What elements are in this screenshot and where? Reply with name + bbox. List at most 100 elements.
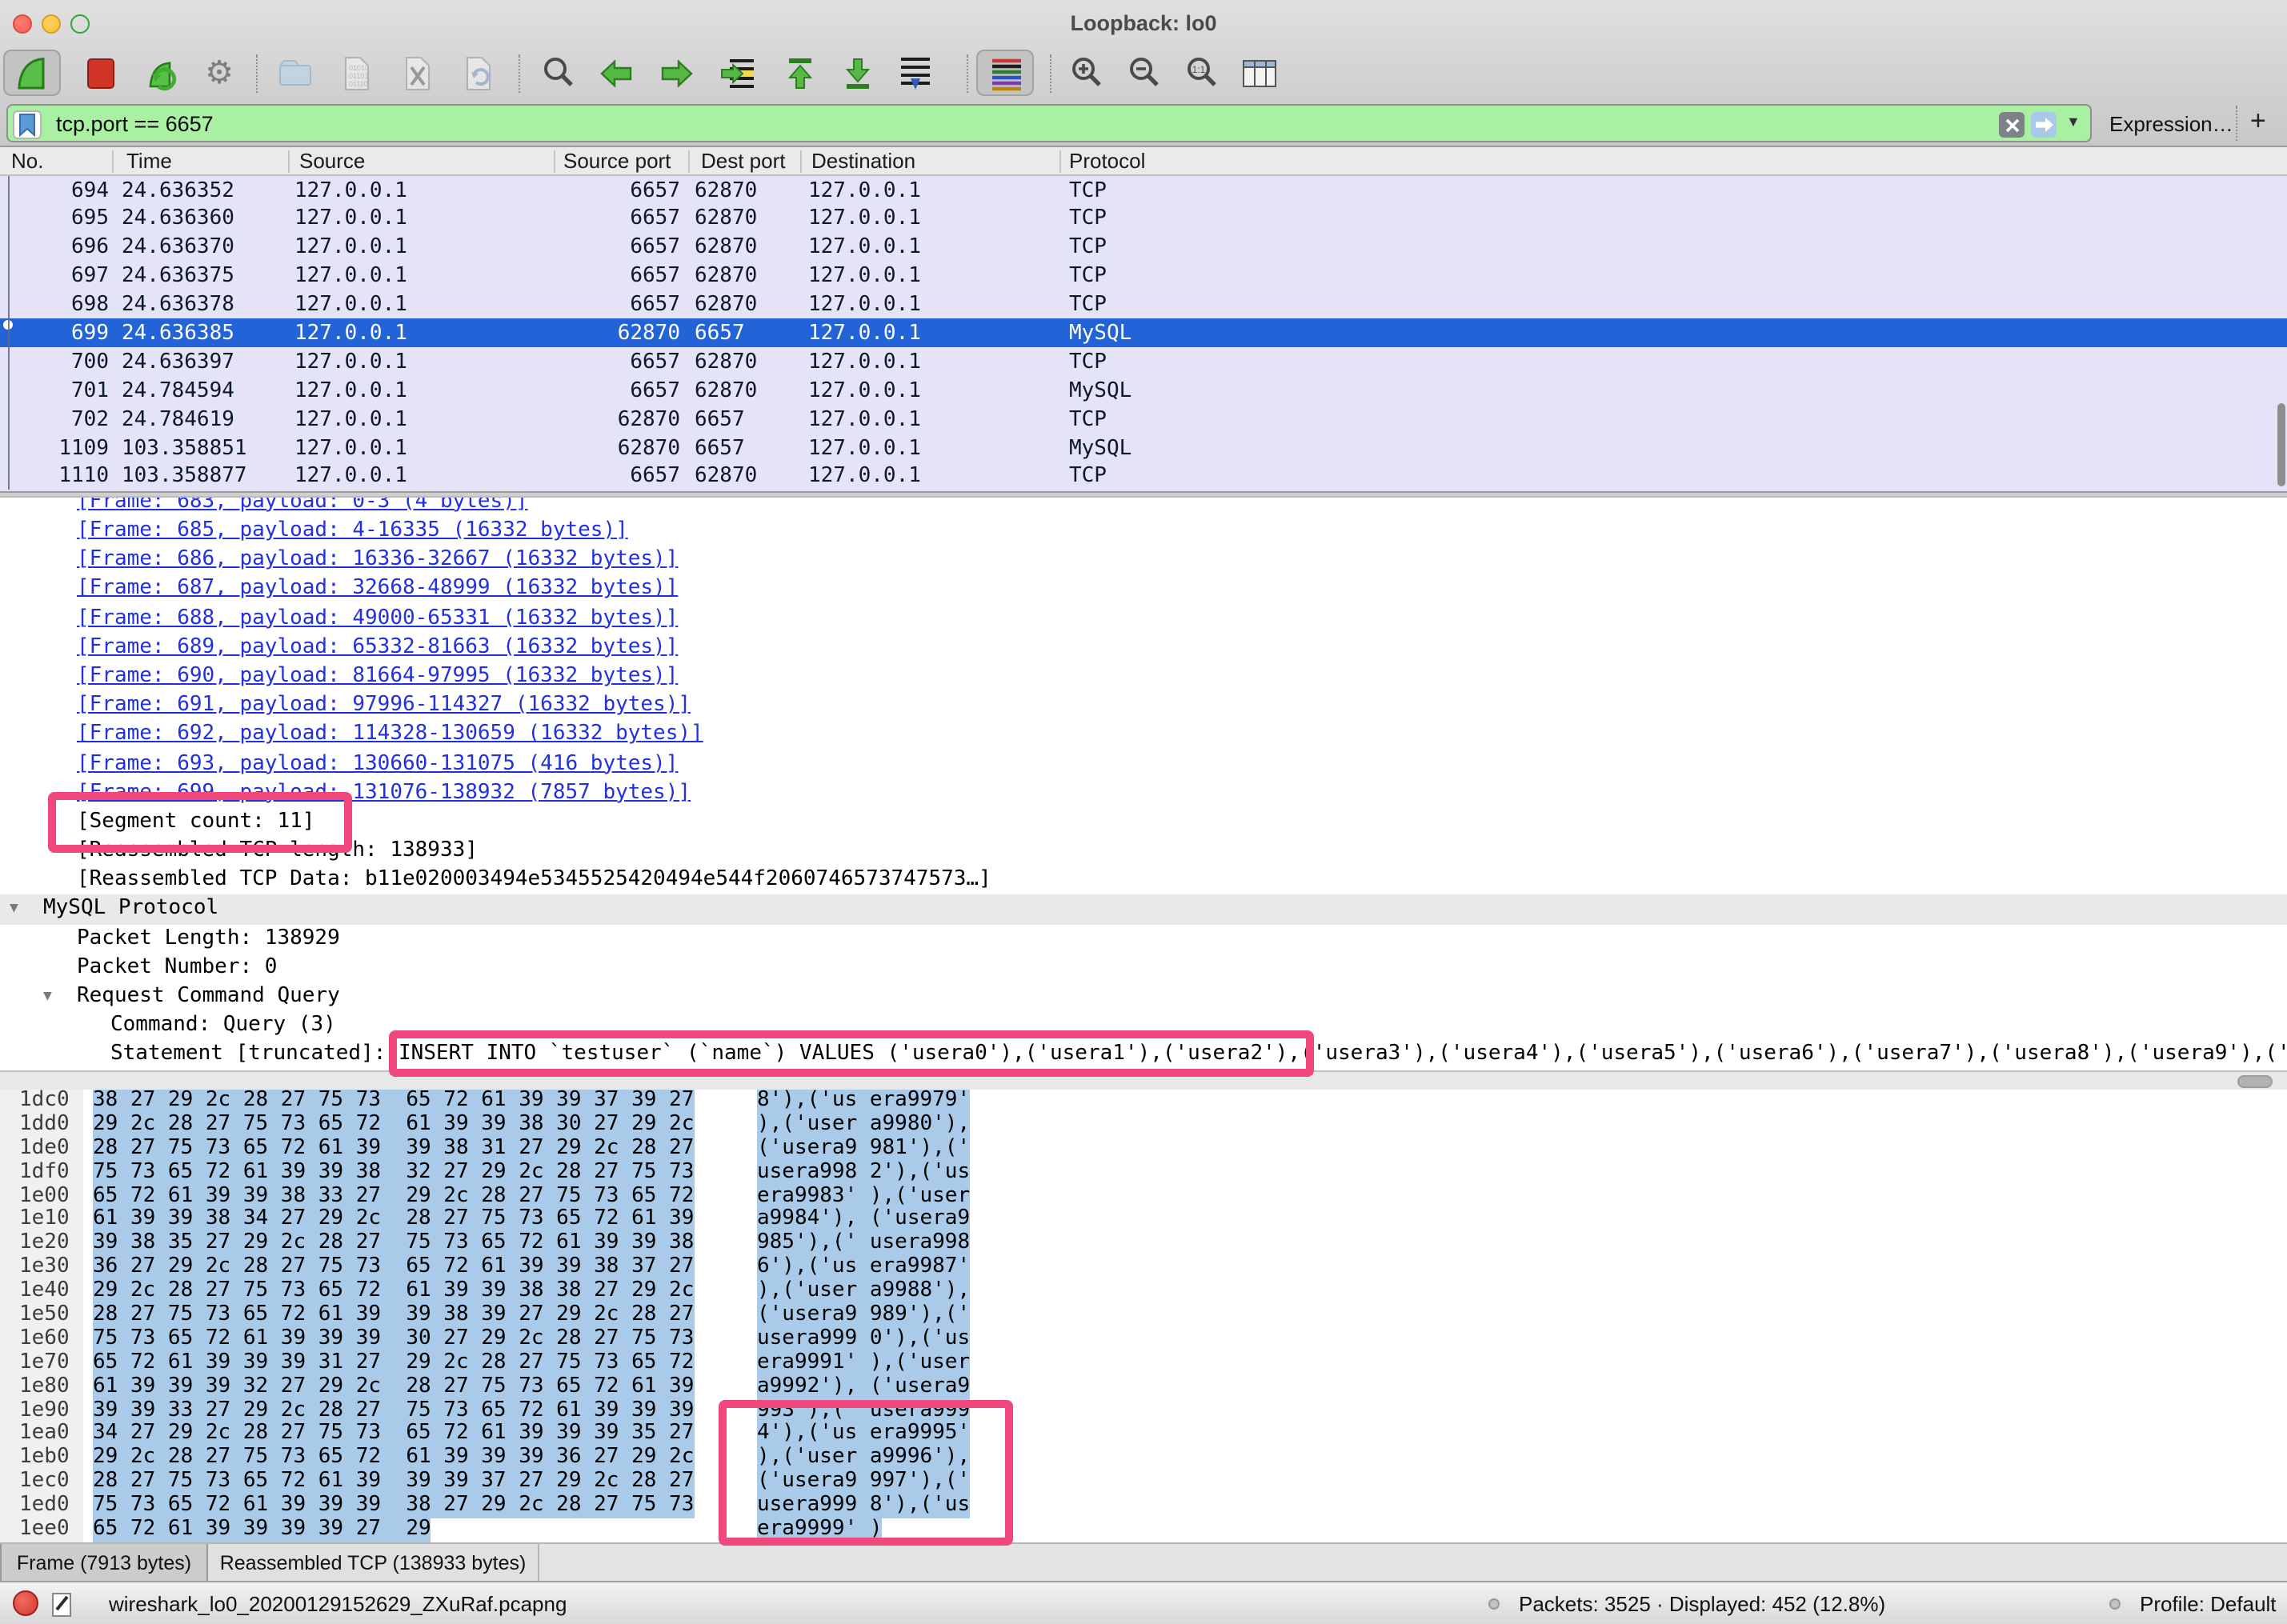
detail-line-5[interactable]: [Frame: 689, payload: 65332-81663 (16332…	[0, 634, 2287, 662]
packet-row-702[interactable]: 70224.784619127.0.0.1628706657127.0.0.1T…	[0, 405, 2287, 434]
packet-row-701[interactable]: 70124.784594127.0.0.1665762870127.0.0.1M…	[0, 376, 2287, 405]
colorize-packets-icon[interactable]	[986, 53, 1027, 94]
packet-row-697[interactable]: 69724.636375127.0.0.1665762870127.0.0.1T…	[0, 262, 2287, 290]
column-divider[interactable]	[112, 150, 114, 173]
packet-list-header[interactable]: No. Time Source Source port Dest port De…	[0, 147, 2287, 176]
hex-bytes[interactable]: 75 73 65 72 61 39 39 39 30 27 29 2c 28 2…	[93, 1328, 694, 1352]
expander-icon[interactable]: ▼	[10, 895, 18, 924]
go-first-packet-icon[interactable]	[779, 53, 821, 94]
frame-link[interactable]: [Frame: 687, payload: 32668-48999 (16332…	[77, 577, 678, 601]
frame-link[interactable]: [Frame: 685, payload: 4-16335 (16332 byt…	[77, 518, 628, 542]
go-back-icon[interactable]	[595, 53, 637, 94]
hex-row-1e10[interactable]: 1e1061 39 39 38 34 27 29 2c 28 27 75 73 …	[0, 1209, 2287, 1233]
hex-ascii[interactable]: a9984'), ('usera9	[757, 1209, 970, 1233]
detail-line-14[interactable]: ▼MySQL Protocol	[0, 895, 2287, 924]
start-capture-icon[interactable]	[11, 53, 53, 94]
hex-bytes[interactable]: 34 27 29 2c 28 27 75 73 65 72 61 39 39 3…	[93, 1423, 694, 1447]
pane-splitter[interactable]	[0, 491, 2287, 498]
save-file-icon[interactable]: 010100110101110	[336, 53, 378, 94]
expression-button[interactable]: Expression…	[2109, 112, 2233, 136]
hex-bytes[interactable]: 65 72 61 39 39 38 33 27 29 2c 28 27 75 7…	[93, 1185, 694, 1209]
frame-link[interactable]: [Frame: 693, payload: 130660-131075 (416…	[77, 751, 678, 775]
detail-line-6[interactable]: [Frame: 690, payload: 81664-97995 (16332…	[0, 662, 2287, 691]
hex-row-1e20[interactable]: 1e2039 38 35 27 29 2c 28 27 75 73 65 72 …	[0, 1233, 2287, 1257]
hex-bytes[interactable]: 29 2c 28 27 75 73 65 72 61 39 39 38 38 2…	[93, 1280, 694, 1304]
hex-bytes[interactable]: 39 38 35 27 29 2c 28 27 75 73 65 72 61 3…	[93, 1233, 694, 1257]
column-divider[interactable]	[554, 150, 555, 173]
capture-comment-icon[interactable]	[51, 1590, 74, 1618]
packet-list-scrollbar-thumb[interactable]	[2277, 403, 2285, 486]
column-divider[interactable]	[1059, 150, 1061, 173]
column-header-destination[interactable]: Destination	[811, 149, 915, 173]
frame-link[interactable]: [Frame: 683, payload: 0-3 (4 bytes)]	[77, 498, 528, 514]
frame-link[interactable]: [Frame: 689, payload: 65332-81663 (16332…	[77, 635, 678, 659]
hex-ascii[interactable]: a9992'), ('usera9	[757, 1375, 970, 1399]
packet-row-694[interactable]: 69424.636352127.0.0.1665762870127.0.0.1T…	[0, 176, 2287, 205]
hex-row-1e70[interactable]: 1e7065 72 61 39 39 39 31 27 29 2c 28 27 …	[0, 1352, 2287, 1376]
column-header-source-port[interactable]: Source port	[563, 149, 671, 173]
hex-row-1ed0[interactable]: 1ed075 73 65 72 61 39 39 39 38 27 29 2c …	[0, 1494, 2287, 1518]
detail-line-16[interactable]: Packet Number: 0	[0, 954, 2287, 982]
hex-bytes[interactable]: 61 39 39 39 32 27 29 2c 28 27 75 73 65 7…	[93, 1375, 694, 1399]
hex-row-1ec0[interactable]: 1ec028 27 75 73 65 72 61 39 39 39 37 27 …	[0, 1471, 2287, 1495]
detail-line-8[interactable]: [Frame: 692, payload: 114328-130659 (163…	[0, 721, 2287, 750]
hex-ascii[interactable]: ('usera9 989'),('	[757, 1304, 970, 1328]
hex-row-1de0[interactable]: 1de028 27 75 73 65 72 61 39 39 38 31 27 …	[0, 1138, 2287, 1162]
detail-line-7[interactable]: [Frame: 691, payload: 97996-114327 (1633…	[0, 691, 2287, 720]
hex-ascii[interactable]: usera998 2'),('us	[757, 1161, 970, 1185]
hex-bytes[interactable]: 75 73 65 72 61 39 39 38 32 27 29 2c 28 2…	[93, 1161, 694, 1185]
profile-status[interactable]: Profile: Default	[2140, 1592, 2277, 1616]
hex-row-1e00[interactable]: 1e0065 72 61 39 39 38 33 27 29 2c 28 27 …	[0, 1185, 2287, 1209]
frame-link[interactable]: [Frame: 690, payload: 81664-97995 (16332…	[77, 664, 678, 688]
detail-line-3[interactable]: [Frame: 687, payload: 32668-48999 (16332…	[0, 575, 2287, 604]
hex-bytes[interactable]: 28 27 75 73 65 72 61 39 39 39 37 27 29 2…	[93, 1471, 694, 1495]
hex-row-1e80[interactable]: 1e8061 39 39 39 32 27 29 2c 28 27 75 73 …	[0, 1375, 2287, 1399]
hex-bytes[interactable]: 28 27 75 73 65 72 61 39 39 38 31 27 29 2…	[93, 1138, 694, 1162]
packet-row-700[interactable]: 70024.636397127.0.0.1665762870127.0.0.1T…	[0, 348, 2287, 377]
expander-icon[interactable]: ▼	[43, 982, 52, 1011]
hex-ascii[interactable]: era9991' ),('user	[757, 1352, 970, 1376]
hex-ascii[interactable]: 8'),('us era9979'	[757, 1090, 970, 1114]
restart-capture-icon[interactable]	[141, 53, 182, 94]
hex-ascii[interactable]: ('usera9 981'),('	[757, 1138, 970, 1162]
column-header-source[interactable]: Source	[299, 149, 365, 173]
hex-bytes[interactable]: 61 39 39 38 34 27 29 2c 28 27 75 73 65 7…	[93, 1209, 694, 1233]
detail-line-9[interactable]: [Frame: 693, payload: 130660-131075 (416…	[0, 750, 2287, 778]
frame-link[interactable]: [Frame: 691, payload: 97996-114327 (1633…	[77, 693, 691, 717]
tab-frame[interactable]: Frame (7913 bytes)	[0, 1544, 208, 1582]
filter-bookmark-button[interactable]	[13, 110, 42, 139]
hex-row-1e90[interactable]: 1e9039 39 33 27 29 2c 28 27 75 73 65 72 …	[0, 1399, 2287, 1423]
go-to-packet-icon[interactable]	[717, 53, 759, 94]
close-file-icon[interactable]	[397, 53, 439, 94]
detail-line-17[interactable]: ▼Request Command Query	[0, 982, 2287, 1011]
go-last-packet-icon[interactable]	[837, 53, 879, 94]
display-filter-input[interactable]: tcp.port == 6657 ▼	[6, 104, 2092, 142]
hex-ascii[interactable]: era9983' ),('user	[757, 1185, 970, 1209]
column-header-no[interactable]: No.	[11, 149, 43, 173]
tab-reassembled-tcp[interactable]: Reassembled TCP (138933 bytes)	[208, 1544, 539, 1582]
find-packet-icon[interactable]	[538, 53, 579, 94]
expert-info-icon[interactable]	[13, 1590, 38, 1616]
capture-options-icon[interactable]: ⚙	[198, 53, 240, 94]
column-divider[interactable]	[688, 150, 690, 173]
packet-row-695[interactable]: 69524.636360127.0.0.1665762870127.0.0.1T…	[0, 205, 2287, 234]
hex-row-1ee0[interactable]: 1ee065 72 61 39 39 39 39 27 29era9999' )	[0, 1518, 2287, 1542]
hex-bytes[interactable]: 65 72 61 39 39 39 39 27 29	[93, 1518, 431, 1542]
detail-line-13[interactable]: [Reassembled TCP Data: b11e020003494e534…	[0, 866, 2287, 895]
column-divider[interactable]	[288, 150, 290, 173]
hex-row-1ea0[interactable]: 1ea034 27 29 2c 28 27 75 73 65 72 61 39 …	[0, 1423, 2287, 1447]
hex-bytes[interactable]: 75 73 65 72 61 39 39 39 38 27 29 2c 28 2…	[93, 1494, 694, 1518]
hex-row-1dd0[interactable]: 1dd029 2c 28 27 75 73 65 72 61 39 39 38 …	[0, 1114, 2287, 1138]
hex-row-1df0[interactable]: 1df075 73 65 72 61 39 39 38 32 27 29 2c …	[0, 1161, 2287, 1185]
hex-ascii[interactable]: ),('user a9988'),	[757, 1280, 970, 1304]
packet-row-1110[interactable]: 1110103.358877127.0.0.1665762870127.0.0.…	[0, 462, 2287, 491]
hex-bytes[interactable]: 39 39 33 27 29 2c 28 27 75 73 65 72 61 3…	[93, 1399, 694, 1423]
auto-scroll-icon[interactable]	[895, 53, 936, 94]
add-filter-button[interactable]: +	[2250, 106, 2266, 138]
packet-row-698[interactable]: 69824.636378127.0.0.1665762870127.0.0.1T…	[0, 290, 2287, 319]
detail-line-4[interactable]: [Frame: 688, payload: 49000-65331 (16332…	[0, 604, 2287, 633]
detail-line-1[interactable]: [Frame: 685, payload: 4-16335 (16332 byt…	[0, 517, 2287, 546]
filter-dropdown-icon[interactable]: ▼	[2066, 114, 2081, 130]
detail-line-0[interactable]: [Frame: 683, payload: 0-3 (4 bytes)]	[0, 498, 2287, 517]
column-divider[interactable]	[800, 150, 802, 173]
